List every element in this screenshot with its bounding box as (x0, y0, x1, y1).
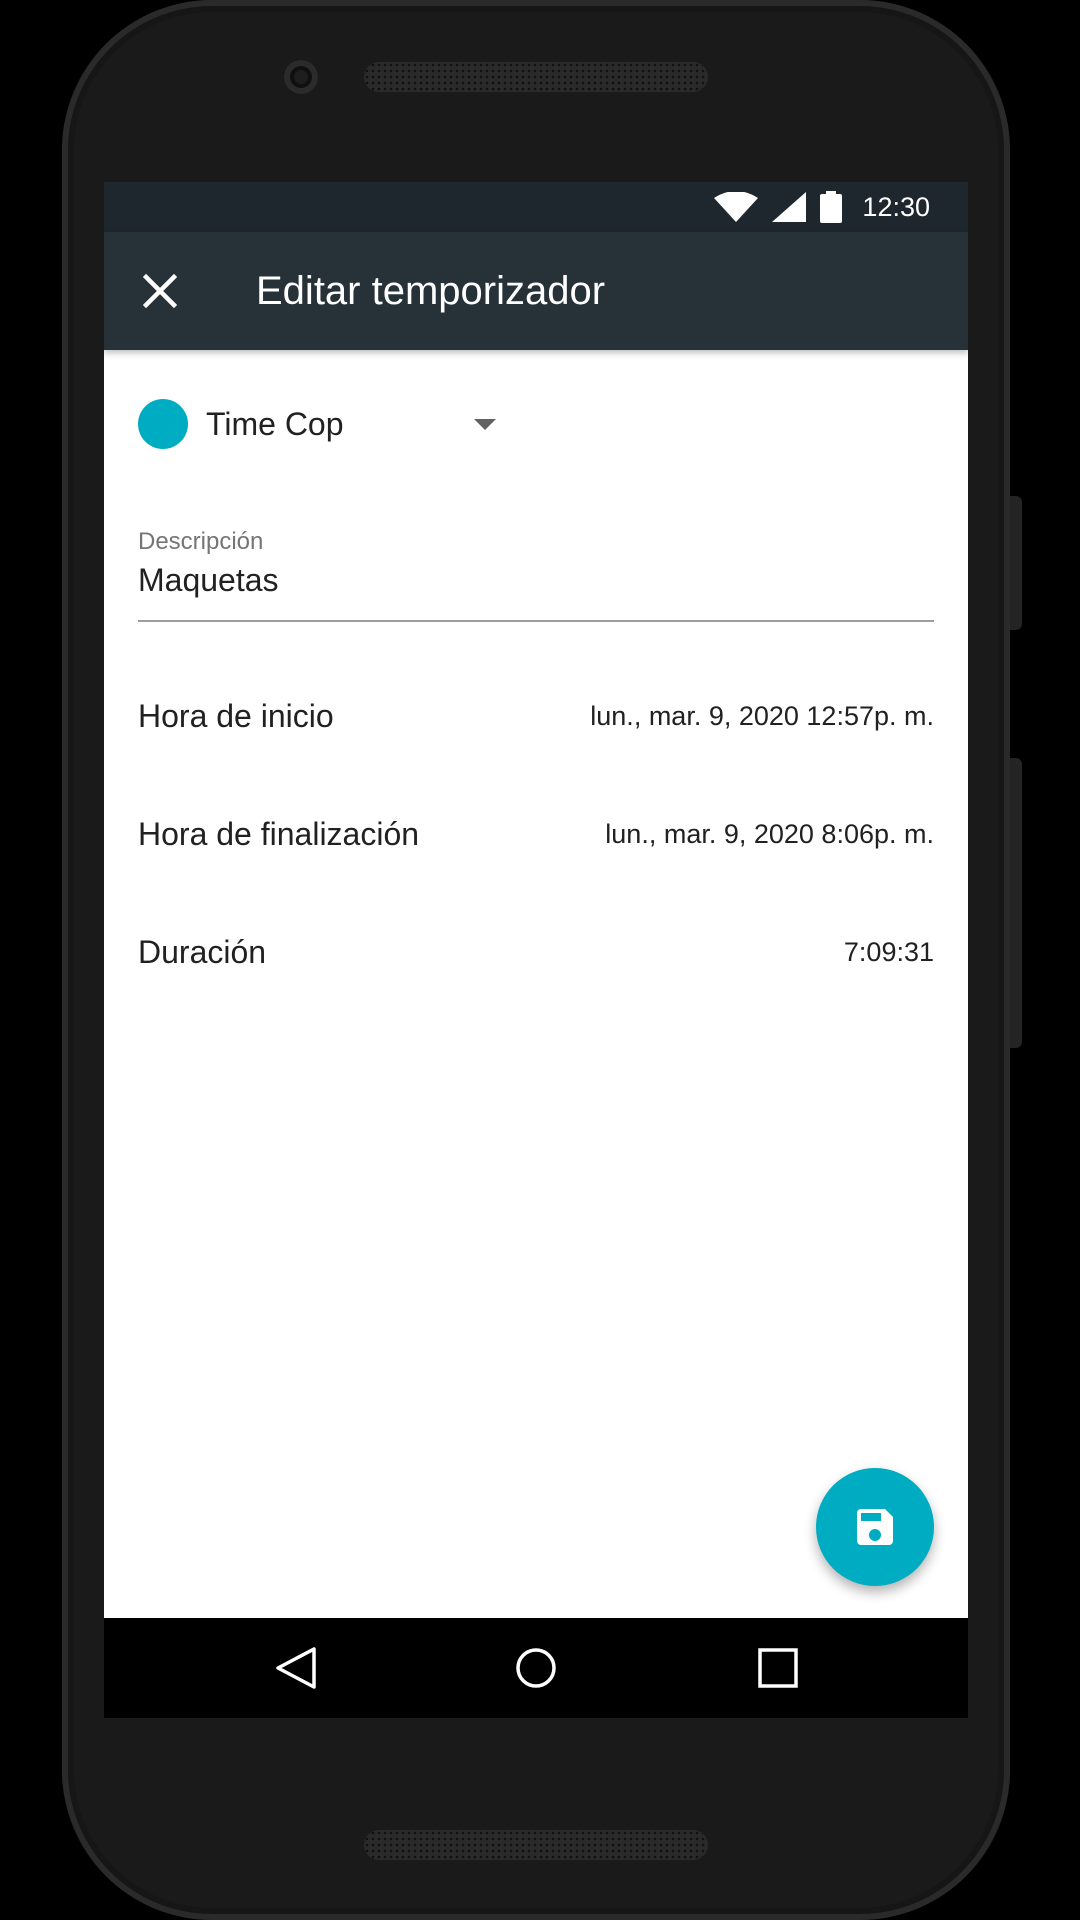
start-time-value: lun., mar. 9, 2020 12:57p. m. (590, 700, 934, 731)
description-value: Maquetas (138, 562, 279, 598)
signal-icon (772, 192, 807, 222)
project-selector[interactable]: Time Cop (138, 394, 498, 454)
back-icon (276, 1647, 316, 1689)
start-time-label: Hora de inicio (138, 697, 334, 734)
screen: 12:30 Editar temporizador Time Cop Descr… (104, 182, 968, 1718)
page-title: Editar temporizador (256, 269, 606, 313)
status-bar: 12:30 (104, 182, 968, 232)
power-button (1010, 496, 1022, 630)
top-speaker (364, 62, 708, 92)
recents-button[interactable] (750, 1640, 806, 1696)
battery-icon (820, 191, 843, 223)
front-camera (284, 60, 318, 94)
navigation-bar (104, 1618, 968, 1718)
duration-value: 7:09:31 (843, 936, 934, 967)
description-label: Descripción (138, 528, 264, 555)
status-icons: 12:30 (714, 182, 930, 232)
save-icon (857, 1509, 893, 1545)
project-color-dot (138, 399, 188, 449)
save-button[interactable] (816, 1468, 934, 1586)
app-bar: Editar temporizador (104, 232, 968, 350)
status-time: 12:30 (862, 191, 930, 222)
home-button[interactable] (508, 1640, 564, 1696)
project-name: Time Cop (206, 405, 344, 442)
back-button[interactable] (268, 1640, 324, 1696)
bottom-speaker (364, 1830, 708, 1860)
dropdown-arrow-icon (474, 418, 496, 430)
close-button[interactable] (134, 265, 186, 317)
close-icon (143, 274, 177, 308)
recents-icon (758, 1648, 798, 1688)
end-time-value: lun., mar. 9, 2020 8:06p. m. (605, 818, 934, 849)
volume-button (1010, 758, 1022, 1048)
duration-label: Duración (138, 933, 267, 970)
start-time-row[interactable]: Hora de inicio lun., mar. 9, 2020 12:57p… (138, 686, 934, 746)
wifi-icon (714, 192, 759, 222)
end-time-label: Hora de finalización (138, 815, 420, 852)
end-time-row[interactable]: Hora de finalización lun., mar. 9, 2020 … (138, 804, 934, 864)
edit-timer-form: Time Cop Descripción Maquetas Hora de in… (104, 350, 968, 1600)
description-field[interactable]: Descripción Maquetas (138, 528, 934, 622)
home-icon (516, 1648, 556, 1688)
duration-row: Duración 7:09:31 (138, 922, 934, 982)
